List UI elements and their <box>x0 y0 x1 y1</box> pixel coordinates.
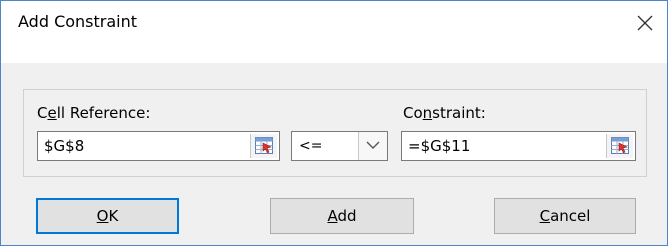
chevron-down-icon <box>366 141 380 149</box>
title-bar: Add Constraint <box>1 1 667 45</box>
operator-value: <= <box>299 138 323 154</box>
operator-dropdown-button[interactable] <box>358 132 387 160</box>
operator-select[interactable]: <= <box>291 131 388 161</box>
ok-button[interactable]: OK <box>36 198 179 234</box>
add-button[interactable]: Add <box>270 198 414 234</box>
dialog-title: Add Constraint <box>18 12 138 31</box>
constraint-input[interactable]: =$G$11 <box>401 131 636 161</box>
cell-reference-value: $G$8 <box>44 137 85 155</box>
cell-reference-label: Cell Reference: <box>37 104 151 122</box>
constraint-group: Cell Reference: $G$8 <= Constraint: =$G$… <box>23 89 647 177</box>
cell-reference-input[interactable]: $G$8 <box>37 131 280 161</box>
cancel-button[interactable]: Cancel <box>494 198 636 234</box>
close-button[interactable] <box>623 1 667 45</box>
constraint-label: Constraint: <box>403 104 486 122</box>
close-icon <box>637 15 653 31</box>
add-constraint-dialog: Add Constraint Cell Reference: $G$8 <= C… <box>0 0 668 246</box>
constraint-value: =$G$11 <box>408 137 471 155</box>
constraint-range-button[interactable] <box>606 134 633 158</box>
cell-reference-range-button[interactable] <box>250 134 277 158</box>
dialog-body: Cell Reference: $G$8 <= Constraint: =$G$… <box>1 63 667 245</box>
range-select-icon <box>611 137 629 154</box>
range-select-icon <box>255 137 273 154</box>
